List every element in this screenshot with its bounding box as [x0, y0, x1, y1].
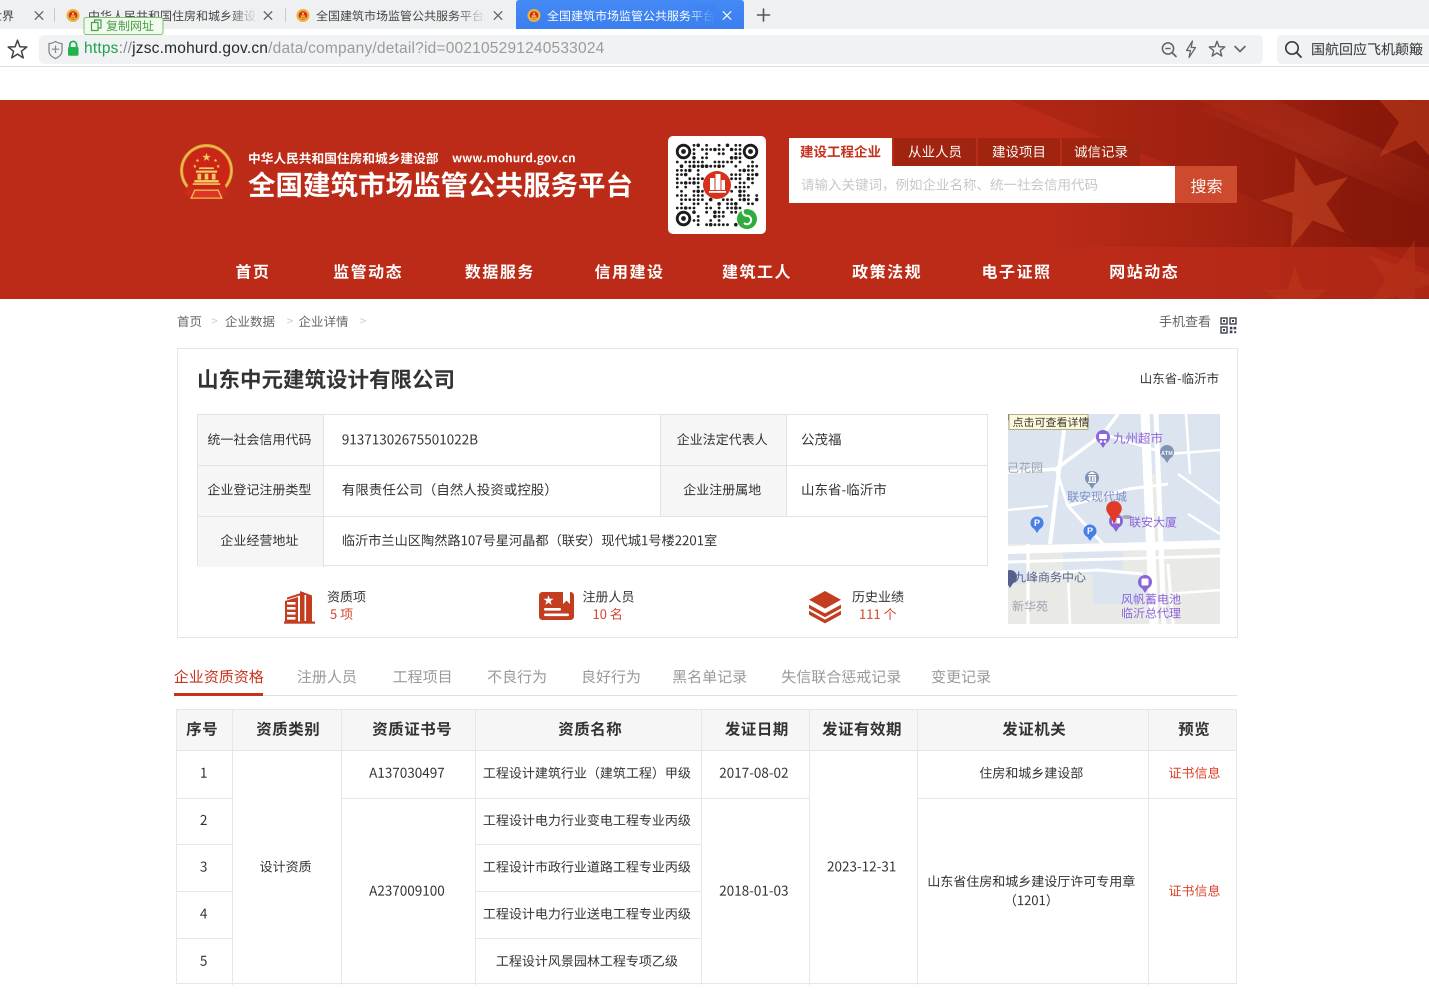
- svg-text:P: P: [1087, 526, 1093, 536]
- svg-text:P: P: [1034, 518, 1040, 528]
